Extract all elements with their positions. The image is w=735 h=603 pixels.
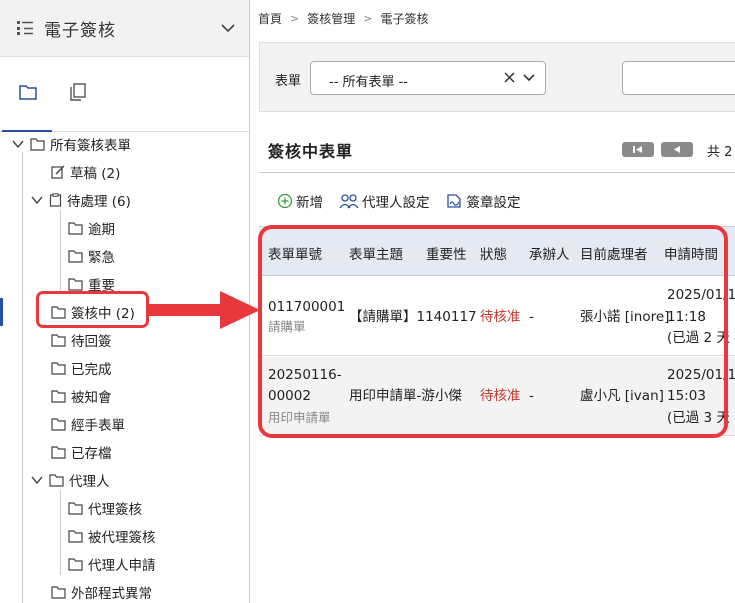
breadcrumb-approval-mgmt[interactable]: 簽核管理 bbox=[307, 10, 355, 27]
tree-item-label: 代理簽核 bbox=[88, 502, 142, 518]
folder-icon bbox=[51, 445, 66, 459]
callout-arrow-icon bbox=[148, 291, 260, 329]
tree-item-draft[interactable]: 草稿 (2) bbox=[51, 160, 120, 184]
folder-icon bbox=[68, 277, 83, 291]
first-page-button[interactable] bbox=[622, 142, 654, 157]
secondary-filter-input[interactable] bbox=[622, 61, 735, 95]
tree-item-handled[interactable]: 經手表單 bbox=[51, 412, 125, 436]
sidebar-tabs bbox=[0, 74, 249, 132]
chevron-down-icon bbox=[31, 196, 43, 205]
folder-tab-icon[interactable] bbox=[18, 82, 38, 102]
tree-item-label: 代理人 bbox=[69, 474, 110, 490]
form-filter-label: 表單 bbox=[275, 74, 302, 89]
folder-icon bbox=[68, 529, 83, 543]
tree-item-label: 外部程式異常 bbox=[71, 586, 152, 602]
proxy-settings-button[interactable]: 代理人設定 bbox=[339, 191, 430, 211]
folder-icon bbox=[68, 557, 83, 571]
chevron-right-icon: > bbox=[290, 12, 300, 25]
tree-item-notified[interactable]: 被知會 bbox=[51, 384, 112, 408]
chevron-down-icon[interactable] bbox=[220, 20, 236, 36]
add-button[interactable]: 新增 bbox=[277, 191, 323, 211]
users-icon bbox=[339, 194, 359, 209]
folder-icon bbox=[51, 389, 66, 403]
callout-frame bbox=[258, 225, 728, 438]
prev-page-button[interactable] bbox=[661, 142, 693, 157]
sidebar-header[interactable]: 電子簽核 bbox=[0, 0, 249, 57]
tree-item-completed[interactable]: 已完成 bbox=[51, 356, 112, 380]
breadcrumb: 首頁 > 簽核管理 > 電子簽核 bbox=[258, 10, 428, 27]
tree-guide bbox=[60, 490, 61, 575]
folder-icon bbox=[51, 333, 66, 347]
toolbar: 新增 代理人設定 簽章設定 bbox=[277, 191, 537, 211]
tree-item-label: 被代理簽核 bbox=[88, 530, 156, 546]
first-page-icon bbox=[633, 146, 642, 153]
seal-settings-label: 簽章設定 bbox=[466, 195, 521, 211]
clipboard-icon bbox=[49, 193, 62, 207]
folder-icon bbox=[51, 361, 66, 375]
tree-item-proxy[interactable]: 代理人 bbox=[31, 468, 110, 492]
tree-item-label: 已存檔 bbox=[71, 446, 112, 462]
folder-icon bbox=[30, 137, 45, 151]
clear-icon[interactable] bbox=[503, 71, 516, 84]
signature-icon bbox=[446, 194, 461, 208]
tree-item-proxy-sign[interactable]: 代理簽核 bbox=[68, 496, 142, 520]
tree-item-returned[interactable]: 待回簽 bbox=[51, 328, 112, 352]
seal-settings-button[interactable]: 簽章設定 bbox=[446, 191, 521, 211]
tree-item-external-error[interactable]: 外部程式異常 bbox=[51, 580, 152, 603]
tree-item-label: 草稿 (2) bbox=[70, 166, 121, 182]
filter-bar: 表單 -- 所有表單 -- bbox=[259, 42, 735, 112]
sidebar-title: 電子簽核 bbox=[44, 20, 116, 41]
tree-item-label: 被知會 bbox=[71, 390, 112, 406]
chevron-down-icon bbox=[31, 476, 43, 485]
edit-icon bbox=[51, 165, 65, 179]
tree-item-label: 待處理 (6) bbox=[67, 194, 131, 210]
callout-box bbox=[36, 291, 149, 328]
breadcrumb-home[interactable]: 首頁 bbox=[258, 10, 282, 27]
tree-item-label: 待回簽 bbox=[71, 334, 112, 350]
chevron-down-icon[interactable] bbox=[523, 73, 535, 83]
breadcrumb-current: 電子簽核 bbox=[380, 12, 429, 26]
form-select-value: -- 所有表單 -- bbox=[329, 75, 409, 90]
tree-item-root[interactable]: 所有簽核表單 bbox=[12, 132, 131, 156]
tree-item-label: 緊急 bbox=[88, 250, 115, 266]
tree-guide bbox=[22, 152, 23, 603]
form-select[interactable]: -- 所有表單 -- bbox=[310, 61, 546, 95]
tree-item-label: 經手表單 bbox=[71, 418, 125, 434]
divider bbox=[259, 172, 735, 173]
folder-icon bbox=[49, 473, 64, 487]
chevron-down-icon bbox=[12, 140, 24, 149]
tree-item-overdue[interactable]: 逾期 bbox=[68, 216, 115, 240]
folder-icon bbox=[68, 221, 83, 235]
proxy-settings-label: 代理人設定 bbox=[362, 195, 430, 211]
tree-item-label: 所有簽核表單 bbox=[50, 138, 131, 154]
folder-icon bbox=[68, 249, 83, 263]
tree-item-urgent[interactable]: 緊急 bbox=[68, 244, 115, 268]
tree-item-proxy-apply[interactable]: 代理人申請 bbox=[68, 552, 156, 576]
prev-page-icon bbox=[674, 146, 680, 153]
copy-tab-icon[interactable] bbox=[68, 82, 88, 102]
tree-guide bbox=[60, 210, 61, 290]
section-title: 簽核中表單 bbox=[268, 142, 354, 161]
plus-circle-icon bbox=[277, 193, 293, 209]
active-item-indicator bbox=[0, 298, 3, 326]
tree-item-proxied-sign[interactable]: 被代理簽核 bbox=[68, 524, 156, 548]
folder-icon bbox=[68, 501, 83, 515]
tree-item-label: 已完成 bbox=[71, 362, 112, 378]
total-count: 共 2 bbox=[707, 145, 733, 160]
folder-icon bbox=[51, 585, 66, 599]
folder-icon bbox=[51, 417, 66, 431]
tree-item-label: 代理人申請 bbox=[88, 558, 156, 574]
chevron-right-icon: > bbox=[363, 12, 373, 25]
list-tree-icon bbox=[17, 21, 33, 35]
tree-item-pending[interactable]: 待處理 (6) bbox=[31, 188, 131, 212]
add-label: 新增 bbox=[296, 195, 323, 211]
tree-item-label: 逾期 bbox=[88, 222, 115, 238]
tree-item-archived[interactable]: 已存檔 bbox=[51, 440, 112, 464]
